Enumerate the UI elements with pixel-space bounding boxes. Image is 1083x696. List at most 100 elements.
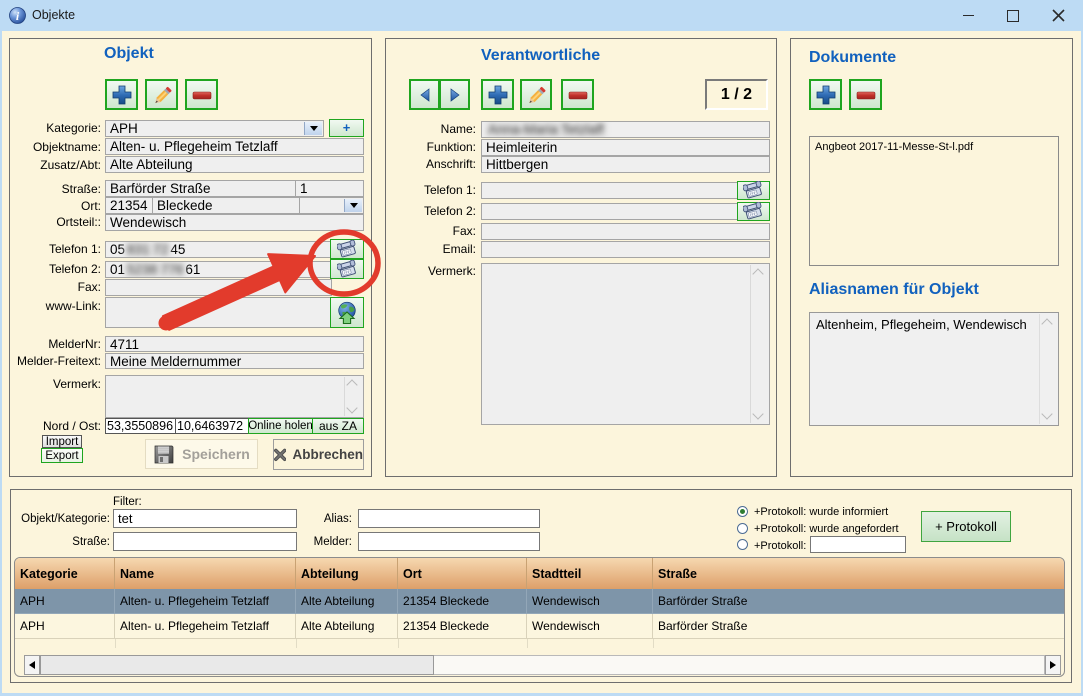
- phone-icon: [337, 260, 358, 278]
- hausnummer-field[interactable]: 1: [295, 180, 364, 197]
- plz-field[interactable]: 21354: [105, 197, 153, 214]
- person-vermerk-textarea[interactable]: [481, 263, 770, 425]
- column-header[interactable]: Straße: [653, 558, 1064, 589]
- person-add-button[interactable]: [481, 79, 514, 110]
- email-field[interactable]: [481, 241, 770, 258]
- protokoll-angefordert-label: +Protokoll: wurde angefordert: [754, 523, 899, 535]
- alias-listbox[interactable]: Altenheim, Pflegeheim, Wendewisch: [809, 312, 1059, 426]
- column-header[interactable]: Name: [115, 558, 296, 589]
- close-button[interactable]: [1043, 0, 1073, 31]
- meldernr-field[interactable]: 4711: [105, 336, 364, 352]
- cell-name: Alten- u. Pflegeheim Tetzlaff: [115, 614, 296, 639]
- dokumente-listbox[interactable]: Angbeot 2017-11-Messe-St-l.pdf: [809, 136, 1059, 266]
- minimize-button[interactable]: [953, 0, 983, 31]
- list-item[interactable]: Altenheim, Pflegeheim, Wendewisch: [816, 317, 1027, 332]
- ort-dropdown-button[interactable]: [344, 199, 362, 212]
- protokoll-custom-input[interactable]: [810, 536, 906, 553]
- person-telefon2-label: Telefon 2:: [385, 204, 476, 218]
- telefon2-field[interactable]: 015238 77661: [105, 261, 332, 278]
- vermerk-label: Vermerk:: [6, 377, 101, 391]
- melder-freitext-field[interactable]: Meine Meldernummer: [105, 353, 364, 369]
- minus-icon: [191, 84, 213, 106]
- fax-field[interactable]: [105, 279, 332, 296]
- alias-filter-label: Alias:: [252, 513, 352, 525]
- objekt-add-button[interactable]: [105, 79, 138, 110]
- person-fax-field[interactable]: [481, 223, 770, 240]
- export-button[interactable]: Export: [41, 448, 83, 463]
- objektname-field[interactable]: Alten- u. Pflegeheim Tetzlaff: [105, 138, 364, 155]
- scroll-up-icon: [1041, 318, 1052, 329]
- online-holen-button[interactable]: Online holen: [248, 418, 313, 434]
- person-telefon1-label: Telefon 1:: [385, 183, 476, 197]
- ortsteil-field[interactable]: Wendewisch: [105, 214, 364, 231]
- kategorie-add-button[interactable]: +: [329, 119, 364, 137]
- table-hscrollbar[interactable]: [24, 655, 1061, 675]
- email-label: Email:: [385, 242, 476, 256]
- telefon1-field[interactable]: 05831 7245: [105, 241, 332, 258]
- ort-field[interactable]: Bleckede: [152, 197, 300, 214]
- aus-za-button[interactable]: aus ZA: [312, 418, 364, 434]
- arrow-left-icon: [29, 661, 35, 669]
- chevron-down-icon: [310, 126, 318, 131]
- list-item[interactable]: Angbeot 2017-11-Messe-St-l.pdf: [815, 141, 973, 153]
- column-header[interactable]: Abteilung: [296, 558, 398, 589]
- pencil-icon: [151, 84, 173, 106]
- column-header[interactable]: Ort: [398, 558, 527, 589]
- objekt-edit-button[interactable]: [145, 79, 178, 110]
- protokoll-button[interactable]: + Protokoll: [921, 511, 1011, 542]
- kategorie-combobox[interactable]: APH: [105, 120, 324, 137]
- zusatz-field[interactable]: Alte Abteilung: [105, 156, 364, 173]
- person-telefon2-field[interactable]: [481, 203, 739, 220]
- ort-combobox[interactable]: [299, 197, 364, 214]
- minus-icon: [567, 84, 589, 106]
- nord-field[interactable]: 53,3550896: [105, 418, 176, 434]
- scroll-right-button[interactable]: [1045, 655, 1061, 675]
- funktion-field[interactable]: Heimleiterin: [481, 139, 770, 156]
- scroll-left-button[interactable]: [24, 655, 40, 675]
- protokoll-custom-radio[interactable]: [737, 539, 748, 550]
- person-vermerk-scrollbar[interactable]: [750, 265, 768, 423]
- telefon1-dial-button[interactable]: [330, 239, 364, 259]
- www-link-field[interactable]: [105, 297, 332, 328]
- column-header[interactable]: Kategorie: [15, 558, 115, 589]
- person-delete-button[interactable]: [561, 79, 594, 110]
- table-row[interactable]: APH Alten- u. Pflegeheim Tetzlaff Alte A…: [15, 614, 1064, 639]
- www-open-button[interactable]: [330, 297, 364, 328]
- ost-field[interactable]: 10,6463972: [175, 418, 249, 434]
- speichern-button[interactable]: Speichern: [145, 439, 258, 469]
- next-person-button[interactable]: [439, 79, 470, 110]
- cell-ort: 21354 Bleckede: [398, 589, 527, 614]
- dokument-delete-button[interactable]: [849, 79, 882, 110]
- import-button[interactable]: Import: [42, 435, 82, 448]
- maximize-button[interactable]: [998, 0, 1028, 31]
- vermerk-textarea[interactable]: [105, 375, 364, 418]
- name-field[interactable]: Anna-Maria Tetzlaff: [481, 121, 770, 138]
- dokument-add-button[interactable]: [809, 79, 842, 110]
- abbrechen-button[interactable]: Abbrechen: [273, 439, 364, 470]
- table-row-selected[interactable]: APH Alten- u. Pflegeheim Tetzlaff Alte A…: [15, 589, 1064, 614]
- anschrift-field[interactable]: Hittbergen: [481, 156, 770, 173]
- person-telefon2-dial-button[interactable]: [737, 202, 770, 221]
- objekt-kategorie-filter-label: Objekt/Kategorie:: [10, 513, 110, 525]
- minimize-icon: [963, 15, 974, 16]
- scroll-down-icon: [752, 408, 763, 419]
- phone-icon: [743, 181, 764, 199]
- objekt-delete-button[interactable]: [185, 79, 218, 110]
- melder-filter-input[interactable]: [358, 532, 540, 551]
- alias-scrollbar[interactable]: [1039, 314, 1057, 424]
- kategorie-dropdown-button[interactable]: [304, 122, 322, 135]
- alias-filter-input[interactable]: [358, 509, 540, 528]
- scrollbar-thumb[interactable]: [40, 655, 434, 675]
- person-edit-button[interactable]: [520, 79, 552, 110]
- telefon2-dial-button[interactable]: [330, 259, 364, 279]
- phone-icon: [743, 202, 764, 220]
- prev-person-button[interactable]: [409, 79, 440, 110]
- strasse-field[interactable]: Barförder Straße: [105, 180, 296, 197]
- person-telefon1-field[interactable]: [481, 182, 739, 199]
- info-icon: i: [9, 7, 26, 24]
- protokoll-angefordert-radio[interactable]: [737, 523, 748, 534]
- protokoll-informiert-radio[interactable]: [737, 506, 748, 517]
- vermerk-scrollbar[interactable]: [344, 377, 362, 416]
- person-telefon1-dial-button[interactable]: [737, 181, 770, 200]
- column-header[interactable]: Stadtteil: [527, 558, 653, 589]
